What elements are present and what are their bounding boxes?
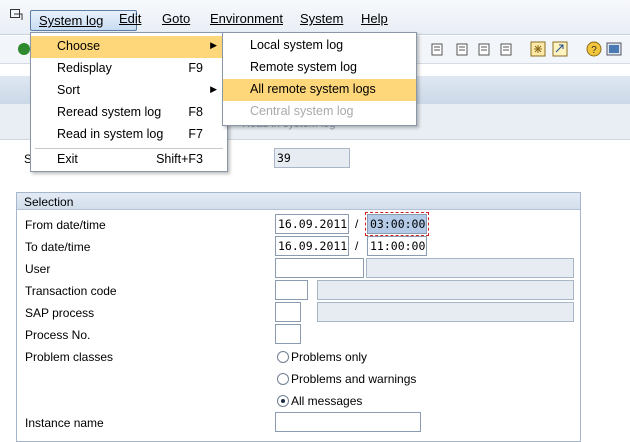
from-datetime-label: From date/time bbox=[25, 218, 106, 232]
to-datetime-label: To date/time bbox=[25, 240, 91, 254]
selection-group: Selection From date/time 16.09.2011 / 03… bbox=[16, 192, 581, 442]
menu-item-label: Sort bbox=[57, 83, 80, 97]
user-label: User bbox=[25, 262, 51, 276]
submenu-item-label: Local system log bbox=[250, 38, 344, 52]
submenu-arrow-icon: ▶ bbox=[210, 40, 217, 50]
to-date-input[interactable]: 16.09.2011 bbox=[275, 236, 349, 256]
shortcut-icon[interactable] bbox=[552, 41, 568, 57]
previous-page-icon[interactable] bbox=[454, 41, 470, 57]
instance-name-label: Instance name bbox=[25, 416, 104, 430]
radio-all-messages-label: All messages bbox=[291, 394, 363, 408]
menu-icon[interactable] bbox=[10, 9, 24, 21]
menu-environment[interactable]: Environment bbox=[210, 11, 283, 26]
from-time-input[interactable]: 03:00:00 bbox=[365, 212, 429, 236]
submenu-item-remote-system-log[interactable]: Remote system log bbox=[223, 57, 416, 79]
menu-item-label: Read in system log bbox=[57, 127, 164, 141]
submenu-item-local-system-log[interactable]: Local system log bbox=[223, 35, 416, 57]
submenu-item-label: All remote system logs bbox=[250, 82, 376, 96]
selection-title: Selection bbox=[17, 193, 580, 210]
sap-process-input[interactable] bbox=[275, 302, 301, 322]
system-log-menu: Choose ▶ Redisplay F9 Sort ▶ Reread syst… bbox=[30, 32, 228, 172]
entries-count-field: 39 bbox=[274, 148, 350, 168]
submenu-arrow-icon: ▶ bbox=[210, 84, 217, 94]
menu-item-label: Reread system log bbox=[57, 105, 162, 119]
help-icon[interactable]: ? bbox=[586, 41, 602, 57]
next-page-icon[interactable] bbox=[476, 41, 492, 57]
transaction-code-label: Transaction code bbox=[25, 284, 117, 298]
menu-item-label: Redisplay bbox=[57, 61, 112, 75]
radio-problems-only[interactable] bbox=[277, 351, 289, 363]
menu-item-read-in-system-log[interactable]: Read in system log F7 bbox=[31, 124, 227, 146]
submenu-item-all-remote-system-logs[interactable]: All remote system logs bbox=[223, 79, 416, 101]
menu-bar: System log Edit Goto Environment System … bbox=[0, 0, 630, 35]
menu-item-shortcut: F7 bbox=[188, 127, 203, 141]
menu-help[interactable]: Help bbox=[361, 11, 388, 26]
user-description-field bbox=[366, 258, 574, 278]
submenu-item-label: Remote system log bbox=[250, 60, 357, 74]
menu-item-label: Exit bbox=[57, 152, 78, 166]
sap-process-label: SAP process bbox=[25, 306, 95, 320]
transaction-code-description-field bbox=[317, 280, 574, 300]
menu-item-shortcut: F8 bbox=[188, 105, 203, 119]
date-time-separator: / bbox=[355, 217, 359, 231]
sap-process-description-field bbox=[317, 302, 574, 322]
process-no-input[interactable] bbox=[275, 324, 301, 344]
menu-item-shortcut: F9 bbox=[188, 61, 203, 75]
menu-item-choose[interactable]: Choose ▶ bbox=[31, 36, 227, 58]
from-date-input[interactable]: 16.09.2011 bbox=[275, 214, 349, 234]
menu-item-sort[interactable]: Sort ▶ bbox=[31, 80, 227, 102]
new-session-icon[interactable] bbox=[530, 41, 546, 57]
radio-problems-and-warnings[interactable] bbox=[277, 373, 289, 385]
menu-item-redisplay[interactable]: Redisplay F9 bbox=[31, 58, 227, 80]
menu-item-reread-system-log[interactable]: Reread system log F8 bbox=[31, 102, 227, 124]
radio-all-messages[interactable] bbox=[277, 395, 289, 407]
transaction-code-input[interactable] bbox=[275, 280, 308, 300]
menu-item-label: Choose bbox=[57, 39, 101, 53]
menu-goto[interactable]: Goto bbox=[162, 11, 190, 26]
choose-submenu: Local system log Remote system log All r… bbox=[222, 32, 417, 126]
instance-name-input[interactable] bbox=[275, 412, 421, 432]
submenu-item-label: Central system log bbox=[250, 104, 354, 118]
menu-item-exit[interactable]: Exit Shift+F3 bbox=[31, 149, 227, 171]
last-page-icon[interactable] bbox=[498, 41, 514, 57]
user-input[interactable] bbox=[275, 258, 364, 278]
first-page-icon[interactable] bbox=[430, 41, 446, 57]
layout-icon[interactable] bbox=[606, 41, 622, 57]
menu-item-shortcut: Shift+F3 bbox=[156, 152, 203, 166]
process-no-label: Process No. bbox=[25, 328, 91, 342]
date-time-separator: / bbox=[355, 239, 359, 253]
to-time-input[interactable]: 11:00:00 bbox=[367, 236, 427, 256]
radio-problems-and-warnings-label: Problems and warnings bbox=[291, 372, 417, 386]
menu-system[interactable]: System bbox=[300, 11, 343, 26]
submenu-item-central-system-log: Central system log bbox=[223, 101, 416, 123]
radio-problems-only-label: Problems only bbox=[291, 350, 368, 364]
svg-text:?: ? bbox=[591, 45, 597, 56]
problem-classes-label: Problem classes bbox=[25, 350, 114, 364]
menu-edit[interactable]: Edit bbox=[119, 11, 141, 26]
